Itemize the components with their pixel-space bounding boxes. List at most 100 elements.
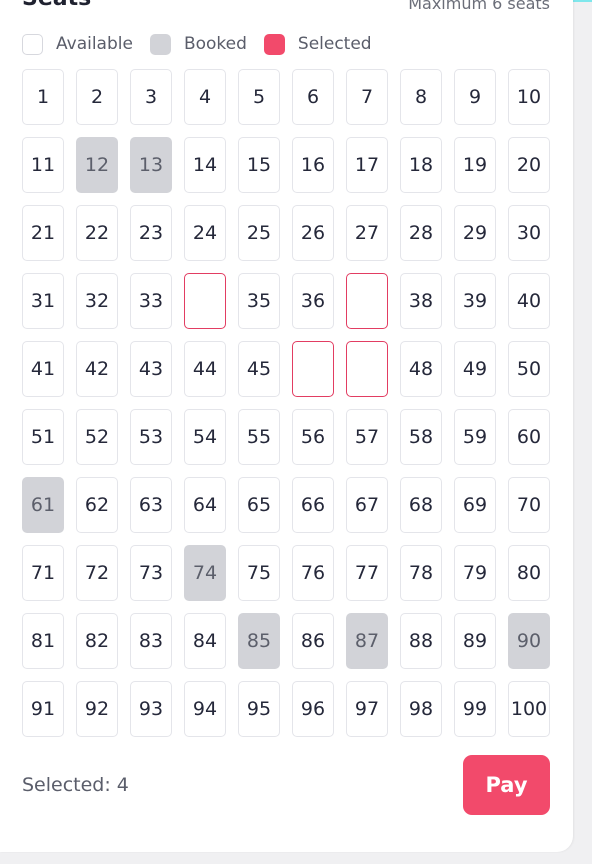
legend-available-label: Available xyxy=(56,34,133,54)
seat-54[interactable]: 54 xyxy=(184,409,226,465)
seat-28[interactable]: 28 xyxy=(400,205,442,261)
seat-21[interactable]: 21 xyxy=(22,205,64,261)
seat-78[interactable]: 78 xyxy=(400,545,442,601)
seat-16[interactable]: 16 xyxy=(292,137,334,193)
seat-15[interactable]: 15 xyxy=(238,137,280,193)
seat-42[interactable]: 42 xyxy=(76,341,118,397)
seat-46[interactable] xyxy=(292,341,334,397)
seat-99[interactable]: 99 xyxy=(454,681,496,737)
seat-55[interactable]: 55 xyxy=(238,409,280,465)
seat-26[interactable]: 26 xyxy=(292,205,334,261)
seat-14[interactable]: 14 xyxy=(184,137,226,193)
seat-79[interactable]: 79 xyxy=(454,545,496,601)
seat-63[interactable]: 63 xyxy=(130,477,172,533)
seat-83[interactable]: 83 xyxy=(130,613,172,669)
seat-23[interactable]: 23 xyxy=(130,205,172,261)
seat-18[interactable]: 18 xyxy=(400,137,442,193)
seat-30[interactable]: 30 xyxy=(508,205,550,261)
seat-49[interactable]: 49 xyxy=(454,341,496,397)
legend-available: Available xyxy=(22,33,133,55)
seat-2[interactable]: 2 xyxy=(76,69,118,125)
seat-93[interactable]: 93 xyxy=(130,681,172,737)
seat-62[interactable]: 62 xyxy=(76,477,118,533)
seat-91[interactable]: 91 xyxy=(22,681,64,737)
seat-25[interactable]: 25 xyxy=(238,205,280,261)
seat-41[interactable]: 41 xyxy=(22,341,64,397)
seat-77[interactable]: 77 xyxy=(346,545,388,601)
seat-38[interactable]: 38 xyxy=(400,273,442,329)
seat-60[interactable]: 60 xyxy=(508,409,550,465)
seat-5[interactable]: 5 xyxy=(238,69,280,125)
seat-92[interactable]: 92 xyxy=(76,681,118,737)
seat-45[interactable]: 45 xyxy=(238,341,280,397)
seat-76[interactable]: 76 xyxy=(292,545,334,601)
seat-50[interactable]: 50 xyxy=(508,341,550,397)
seat-70[interactable]: 70 xyxy=(508,477,550,533)
seat-47[interactable] xyxy=(346,341,388,397)
seat-32[interactable]: 32 xyxy=(76,273,118,329)
seat-96[interactable]: 96 xyxy=(292,681,334,737)
seat-4[interactable]: 4 xyxy=(184,69,226,125)
seat-59[interactable]: 59 xyxy=(454,409,496,465)
seat-52[interactable]: 52 xyxy=(76,409,118,465)
seat-58[interactable]: 58 xyxy=(400,409,442,465)
seat-19[interactable]: 19 xyxy=(454,137,496,193)
seat-29[interactable]: 29 xyxy=(454,205,496,261)
seat-64[interactable]: 64 xyxy=(184,477,226,533)
seat-35[interactable]: 35 xyxy=(238,273,280,329)
seat-legend: Available Booked Selected xyxy=(22,31,389,57)
seat-44[interactable]: 44 xyxy=(184,341,226,397)
seat-36[interactable]: 36 xyxy=(292,273,334,329)
seat-94[interactable]: 94 xyxy=(184,681,226,737)
seat-95[interactable]: 95 xyxy=(238,681,280,737)
seat-24[interactable]: 24 xyxy=(184,205,226,261)
seat-56[interactable]: 56 xyxy=(292,409,334,465)
seat-10[interactable]: 10 xyxy=(508,69,550,125)
seat-86[interactable]: 86 xyxy=(292,613,334,669)
seat-75[interactable]: 75 xyxy=(238,545,280,601)
seat-100[interactable]: 100 xyxy=(508,681,550,737)
seat-11[interactable]: 11 xyxy=(22,137,64,193)
seat-57[interactable]: 57 xyxy=(346,409,388,465)
seat-71[interactable]: 71 xyxy=(22,545,64,601)
booked-swatch xyxy=(149,33,171,55)
seat-82[interactable]: 82 xyxy=(76,613,118,669)
seat-69[interactable]: 69 xyxy=(454,477,496,533)
seat-40[interactable]: 40 xyxy=(508,273,550,329)
seat-51[interactable]: 51 xyxy=(22,409,64,465)
seat-7[interactable]: 7 xyxy=(346,69,388,125)
pay-button[interactable]: Pay xyxy=(463,755,550,815)
seat-80[interactable]: 80 xyxy=(508,545,550,601)
seat-9[interactable]: 9 xyxy=(454,69,496,125)
seat-53[interactable]: 53 xyxy=(130,409,172,465)
seat-37[interactable] xyxy=(346,273,388,329)
seat-6[interactable]: 6 xyxy=(292,69,334,125)
seat-1[interactable]: 1 xyxy=(22,69,64,125)
seat-98[interactable]: 98 xyxy=(400,681,442,737)
seat-3[interactable]: 3 xyxy=(130,69,172,125)
seat-34[interactable] xyxy=(184,273,226,329)
seat-31[interactable]: 31 xyxy=(22,273,64,329)
seat-8[interactable]: 8 xyxy=(400,69,442,125)
seat-17[interactable]: 17 xyxy=(346,137,388,193)
seat-20[interactable]: 20 xyxy=(508,137,550,193)
seat-97[interactable]: 97 xyxy=(346,681,388,737)
seat-22[interactable]: 22 xyxy=(76,205,118,261)
seat-88[interactable]: 88 xyxy=(400,613,442,669)
seat-33[interactable]: 33 xyxy=(130,273,172,329)
seat-89[interactable]: 89 xyxy=(454,613,496,669)
legend-selected: Selected xyxy=(263,33,372,55)
seat-73[interactable]: 73 xyxy=(130,545,172,601)
seat-39[interactable]: 39 xyxy=(454,273,496,329)
max-seats-note: Maximum 6 seats xyxy=(408,0,550,13)
seat-72[interactable]: 72 xyxy=(76,545,118,601)
seat-84[interactable]: 84 xyxy=(184,613,226,669)
seat-27[interactable]: 27 xyxy=(346,205,388,261)
seat-65[interactable]: 65 xyxy=(238,477,280,533)
seat-68[interactable]: 68 xyxy=(400,477,442,533)
seat-43[interactable]: 43 xyxy=(130,341,172,397)
seat-81[interactable]: 81 xyxy=(22,613,64,669)
seat-48[interactable]: 48 xyxy=(400,341,442,397)
seat-66[interactable]: 66 xyxy=(292,477,334,533)
seat-67[interactable]: 67 xyxy=(346,477,388,533)
